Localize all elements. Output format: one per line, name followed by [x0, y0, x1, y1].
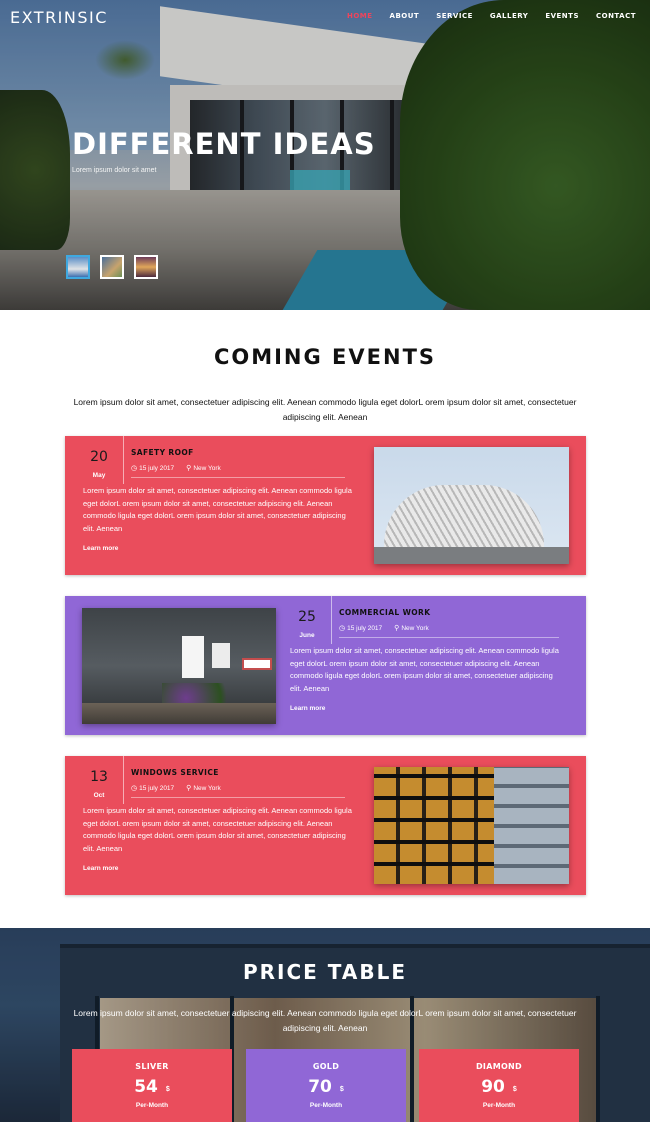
event-day: 13	[90, 769, 108, 785]
nav-home[interactable]: HOME	[347, 12, 373, 20]
event-date-divider	[331, 596, 332, 644]
plan-period: Per-Month	[309, 1102, 343, 1109]
plan-currency: $	[512, 1086, 517, 1093]
nav-contact[interactable]: CONTACT	[596, 12, 636, 20]
plan-price: 70	[308, 1077, 332, 1097]
nav-gallery[interactable]: GALLERY	[490, 12, 528, 20]
house-window	[242, 658, 272, 670]
event-month: May	[92, 472, 106, 479]
event-day: 25	[298, 609, 316, 625]
plan-price: 90	[481, 1077, 505, 1097]
event-photo	[374, 767, 569, 884]
main-nav: HOME ABOUT SERVICE GALLERY EVENTS CONTAC…	[347, 12, 636, 20]
plan-name: SLIVER	[135, 1062, 169, 1071]
event-meta: ◷ 15 july 2017 ⚲ New York	[131, 784, 221, 792]
plan-currency: $	[165, 1086, 170, 1093]
house-ground	[82, 703, 276, 724]
plan-period: Per-Month	[482, 1102, 516, 1109]
event-description: Lorem ipsum dolor sit amet, consectetuer…	[83, 486, 352, 533]
price-section: PRICE TABLE Lorem ipsum dolor sit amet, …	[0, 928, 650, 1122]
event-card: 20 May SAFETY ROOF ◷ 15 july 2017 ⚲ New Yo…	[65, 436, 586, 575]
event-date-divider	[123, 436, 124, 484]
event-date-meta: ◷ 15 july 2017	[131, 464, 174, 472]
event-location-text: New York	[401, 625, 429, 632]
event-day: 20	[90, 449, 108, 465]
event-title[interactable]: WINDOWS SERVICE	[131, 768, 219, 777]
clock-icon: ◷	[131, 465, 138, 472]
event-meta: ◷ 15 july 2017 ⚲ New York	[131, 464, 221, 472]
site-logo[interactable]: EXTRINSIC	[10, 8, 108, 27]
event-title[interactable]: COMMERCIAL WORK	[339, 608, 430, 617]
hero-slider-thumbnails	[66, 255, 158, 279]
event-location-meta: ⚲ New York	[394, 624, 429, 632]
house-window	[212, 643, 230, 668]
clock-icon: ◷	[339, 625, 346, 632]
event-meta-divider	[131, 797, 345, 798]
event-date-text: 15 july 2017	[139, 785, 175, 792]
nav-about[interactable]: ABOUT	[390, 12, 420, 20]
learn-more-link[interactable]: Learn more	[83, 865, 118, 872]
map-pin-icon: ⚲	[394, 625, 400, 632]
event-date: 25 June	[283, 608, 331, 639]
event-meta-divider	[339, 637, 559, 638]
event-date: 13 Oct	[75, 768, 123, 799]
events-intro: Lorem ipsum dolor sit amet, consectetuer…	[73, 397, 577, 422]
event-date-text: 15 july 2017	[347, 625, 383, 632]
event-date-meta: ◷ 15 july 2017	[131, 784, 174, 792]
slider-thumb-2[interactable]	[100, 255, 124, 279]
clock-icon: ◷	[131, 785, 138, 792]
learn-more-link[interactable]: Learn more	[83, 545, 118, 552]
price-title: PRICE TABLE	[242, 960, 408, 984]
event-date-text: 15 july 2017	[139, 465, 175, 472]
event-date-meta: ◷ 15 july 2017	[339, 624, 382, 632]
event-card: 13 Oct WINDOWS SERVICE ◷ 15 july 2017 ⚲ Ne…	[65, 756, 586, 895]
price-intro: Lorem ipsum dolor sit amet, consectetuer…	[73, 1008, 577, 1033]
plan-name: GOLD	[312, 1062, 340, 1071]
event-meta-divider	[131, 477, 345, 478]
price-plan-gold[interactable]: GOLD 70 $ Per-Month	[246, 1049, 406, 1122]
event-month: Oct	[93, 792, 105, 799]
plan-currency: $	[339, 1086, 344, 1093]
stadium-dome	[384, 485, 544, 550]
hero-title: DIFFERENT IDEAS	[72, 127, 376, 161]
event-location-meta: ⚲ New York	[186, 464, 221, 472]
map-pin-icon: ⚲	[186, 785, 192, 792]
office-glass-facade	[494, 767, 569, 884]
price-plan-silver[interactable]: SLIVER 54 $ Per-Month	[72, 1049, 232, 1122]
event-description: Lorem ipsum dolor sit amet, consectetuer…	[290, 646, 559, 693]
price-plan-diamond[interactable]: DIAMOND 90 $ Per-Month	[419, 1049, 579, 1122]
event-location-meta: ⚲ New York	[186, 784, 221, 792]
stadium-base	[374, 547, 569, 564]
nav-service[interactable]: SERVICE	[436, 12, 473, 20]
event-title[interactable]: SAFETY ROOF	[131, 448, 194, 457]
event-month: June	[299, 632, 315, 639]
plan-period: Per-Month	[135, 1102, 169, 1109]
event-date: 20 May	[75, 448, 123, 479]
house-door	[182, 636, 204, 678]
event-photo	[374, 447, 569, 564]
learn-more-link[interactable]: Learn more	[290, 705, 325, 712]
event-meta: ◷ 15 july 2017 ⚲ New York	[339, 624, 429, 632]
slider-thumb-1[interactable]	[66, 255, 90, 279]
event-date-divider	[123, 756, 124, 804]
event-description: Lorem ipsum dolor sit amet, consectetuer…	[83, 806, 352, 853]
hero-section: EXTRINSIC HOME ABOUT SERVICE GALLERY EVE…	[0, 0, 650, 310]
nav-events[interactable]: EVENTS	[545, 12, 579, 20]
map-pin-icon: ⚲	[186, 465, 192, 472]
event-photo	[82, 608, 276, 724]
event-location-text: New York	[193, 465, 221, 472]
hero-subtitle: Lorem ipsum dolor sit amet	[72, 167, 157, 174]
slider-thumb-3[interactable]	[134, 255, 158, 279]
plan-name: DIAMOND	[475, 1062, 522, 1071]
plan-price: 54	[134, 1077, 158, 1097]
event-location-text: New York	[193, 785, 221, 792]
events-title: COMING EVENTS	[213, 345, 437, 369]
event-card: 25 June COMMERCIAL WORK ◷ 15 july 2017 ⚲ N…	[65, 596, 586, 735]
